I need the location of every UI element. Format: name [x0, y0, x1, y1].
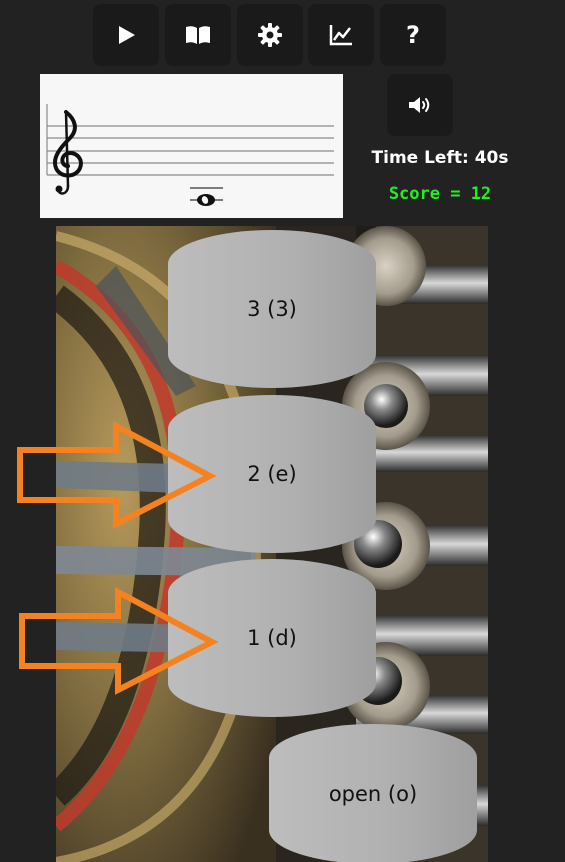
question-icon: ? [406, 21, 420, 49]
arrow-right-icon [19, 587, 219, 695]
treble-clef-icon [53, 110, 83, 195]
whole-note-icon [190, 187, 223, 206]
help-button[interactable]: ? [380, 4, 446, 66]
practice-screen: ? Time Left: 40s Score = 12 3 (3) 2 (e) … [0, 0, 565, 862]
valve-3-button[interactable]: 3 (3) [168, 230, 376, 388]
hint-arrow-valve-1 [16, 586, 220, 696]
play-button[interactable] [93, 4, 159, 66]
score-display: Score = 12 [388, 184, 492, 204]
time-left: Time Left: 40s [371, 148, 509, 168]
speaker-icon [409, 97, 430, 113]
hint-arrow-valve-2 [14, 420, 218, 530]
chart-icon [329, 25, 352, 46]
book-button[interactable] [165, 4, 231, 66]
settings-button[interactable] [237, 4, 303, 66]
book-icon [186, 26, 210, 44]
play-icon [119, 26, 135, 44]
stats-button[interactable] [308, 4, 374, 66]
arrow-right-icon [17, 421, 217, 529]
staff-display [40, 74, 343, 218]
gear-icon [258, 23, 282, 47]
open-valve-button[interactable]: open (o) [269, 724, 477, 862]
sound-button[interactable] [387, 74, 453, 136]
